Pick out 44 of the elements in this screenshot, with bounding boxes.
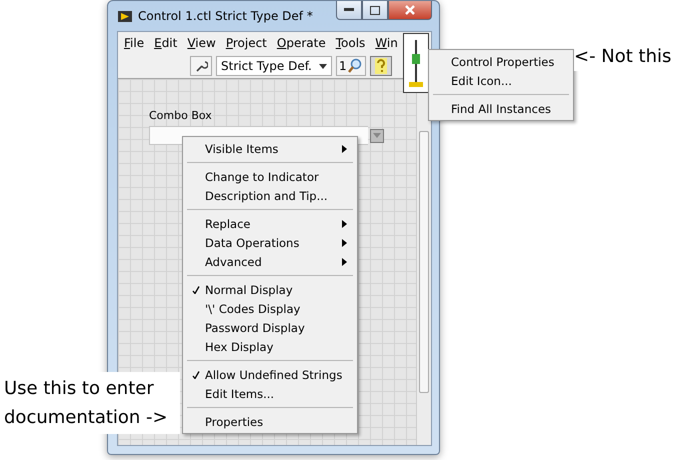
help-button[interactable] [370, 56, 392, 76]
app-icon [117, 10, 133, 22]
wrench-button[interactable] [190, 56, 212, 76]
menu-item[interactable]: Replace [185, 214, 355, 233]
minimize-button[interactable] [336, 1, 362, 20]
menu-item[interactable]: Edit Items... [185, 384, 355, 403]
menu-item[interactable]: Project [220, 36, 272, 50]
menu-item[interactable]: Find All Instances [431, 99, 571, 118]
menu-item[interactable]: Password Display [185, 318, 355, 337]
maximize-icon [370, 6, 380, 14]
caret-icon [319, 64, 327, 68]
wrench-icon [194, 59, 208, 73]
menu-item[interactable]: Allow Undefined Strings [185, 365, 355, 384]
slider-icon [409, 38, 423, 88]
menu-item[interactable]: Edit Icon... [431, 71, 571, 90]
maximize-button[interactable] [362, 1, 388, 20]
menu-item[interactable]: Tools [330, 36, 370, 50]
menu-item[interactable]: Operate [272, 36, 331, 50]
menu-item[interactable]: Advanced [185, 252, 355, 271]
zoom-button[interactable]: 1 [336, 56, 366, 76]
menu-item[interactable]: File [119, 36, 150, 50]
menu-item[interactable]: Description and Tip... [185, 186, 355, 205]
menu-item[interactable]: Change to Indicator [185, 167, 355, 186]
caret-icon [373, 133, 381, 138]
menu-item[interactable]: Win [370, 36, 403, 50]
combo-dropdown-button[interactable] [370, 128, 384, 142]
menu-item[interactable]: Visible Items [185, 139, 355, 158]
close-icon [405, 5, 415, 15]
menu-item[interactable]: Control Properties [431, 52, 571, 71]
vi-icon-panel[interactable] [403, 33, 429, 93]
menu-item[interactable]: Normal Display [185, 280, 355, 299]
menu-item[interactable]: View [182, 36, 221, 50]
type-dropdown[interactable]: Strict Type Def. [216, 56, 332, 76]
menu-item[interactable]: Edit [149, 36, 182, 50]
control-label: Combo Box [149, 109, 212, 122]
menu-item[interactable]: Hex Display [185, 337, 355, 356]
close-button[interactable] [388, 1, 432, 20]
question-mark-icon [374, 58, 387, 74]
menu-item[interactable]: Data Operations [185, 233, 355, 252]
window-title: Control 1.ctl Strict Type Def * [138, 9, 314, 23]
menu-item[interactable]: '\' Codes Display [185, 299, 355, 318]
magnifier-icon [346, 58, 363, 74]
menu-item[interactable]: Properties [185, 412, 355, 431]
minimize-icon [344, 8, 354, 12]
